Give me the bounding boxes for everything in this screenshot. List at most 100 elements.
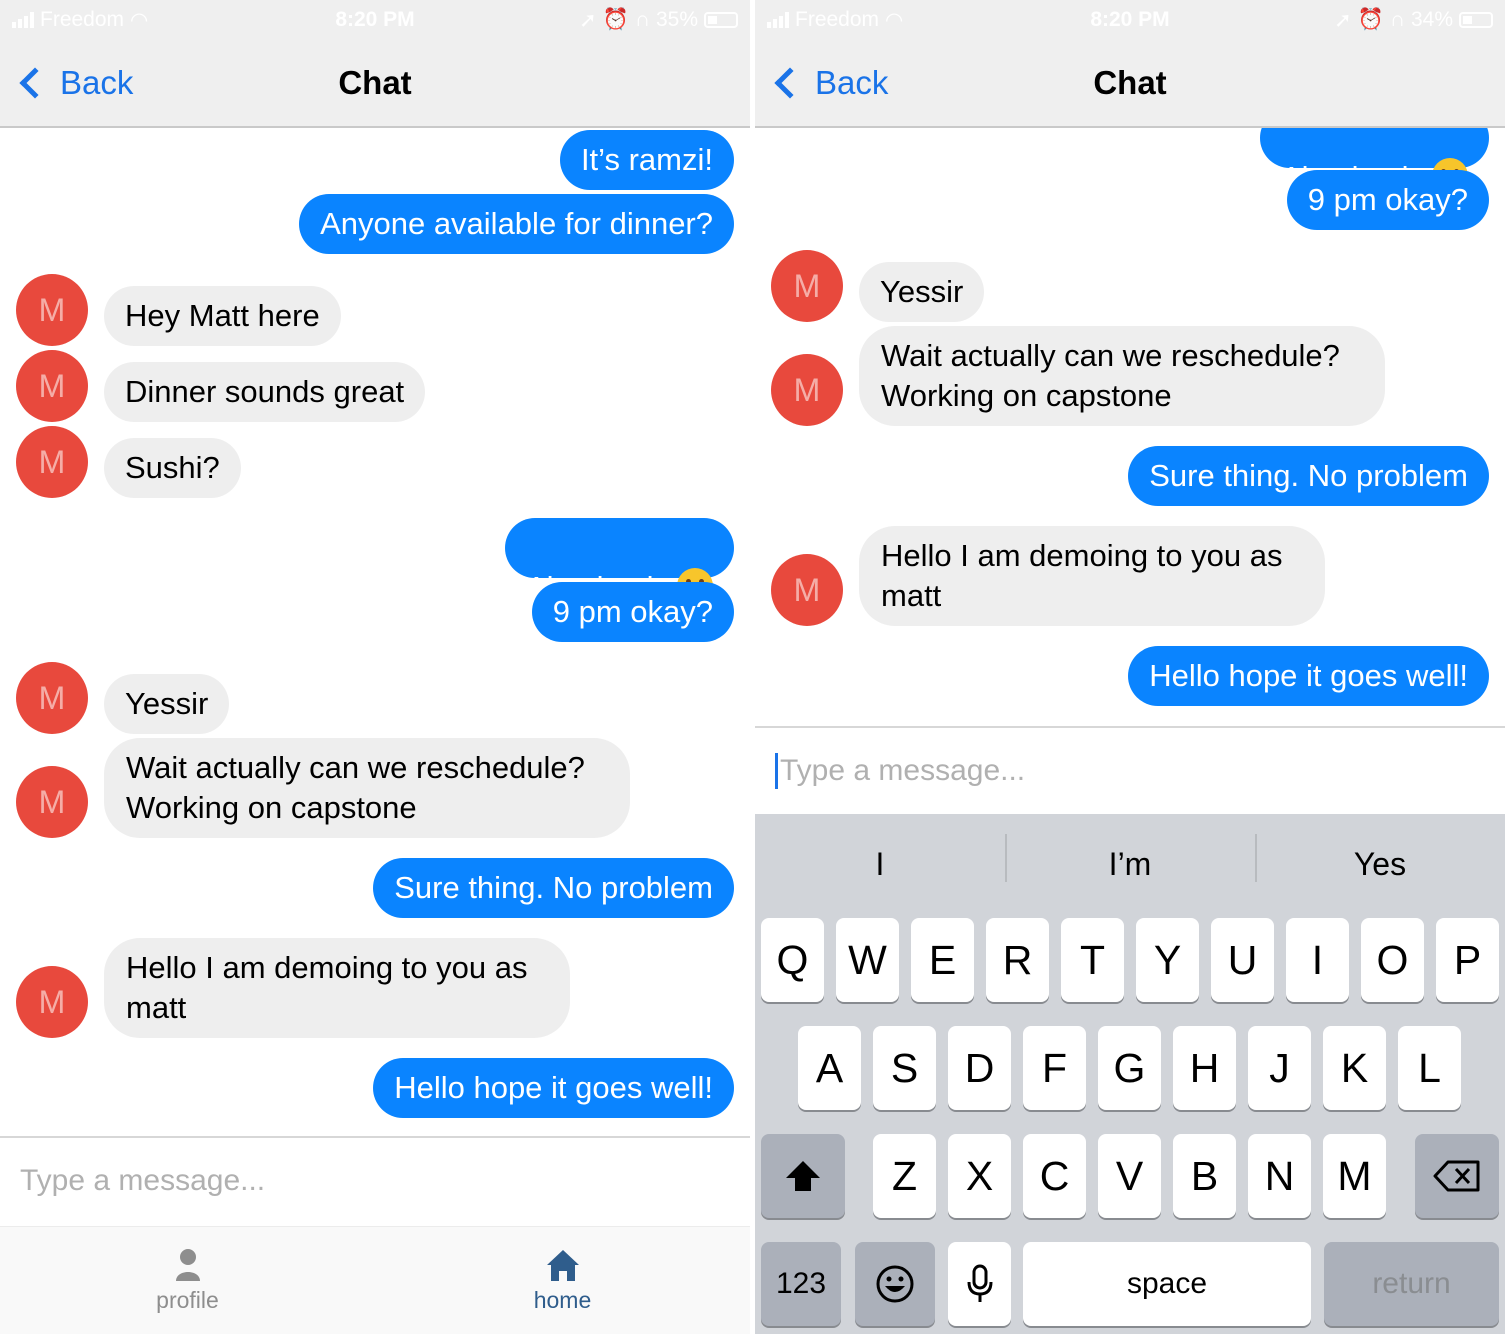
nav-bar: Back Chat — [755, 40, 1505, 128]
status-bar: Freedom ◠ 8:20 PM ➚ ⏰ ∩ 35% — [0, 0, 750, 40]
battery-percent: 34% — [1410, 8, 1453, 31]
message-incoming: Dinner sounds great — [104, 362, 426, 422]
avatar[interactable]: M — [16, 350, 88, 422]
message-input[interactable]: Type a message... — [0, 1136, 750, 1224]
key[interactable]: I — [1286, 918, 1349, 1002]
message-incoming: Hello I am demoing to you as matt — [859, 526, 1325, 626]
alarm-icon: ⏰ — [602, 8, 629, 31]
message-outgoing: 9 pm okay? — [1286, 170, 1489, 230]
message-incoming: Sushi? — [104, 438, 241, 498]
alarm-icon: ⏰ — [1357, 8, 1384, 31]
shift-key[interactable] — [761, 1134, 845, 1218]
key[interactable]: G — [1098, 1026, 1161, 1110]
carrier-label: Freedom — [795, 8, 880, 31]
message-outgoing: Anyone available for dinner? — [299, 194, 734, 254]
key[interactable]: Q — [761, 918, 824, 1002]
key[interactable]: X — [948, 1134, 1011, 1218]
key[interactable]: V — [1098, 1134, 1161, 1218]
key[interactable]: O — [1361, 918, 1424, 1002]
headphones-icon: ∩ — [634, 8, 650, 31]
tab-home-label: home — [533, 1287, 592, 1313]
status-time: 8:20 PM — [1090, 8, 1170, 31]
key[interactable]: Y — [1136, 918, 1199, 1002]
suggestion-item[interactable]: I’m — [1005, 814, 1255, 914]
backspace-key[interactable] — [1415, 1134, 1499, 1218]
message-list: It’s ramzi! Anyone available for dinner?… — [0, 128, 750, 1136]
nav-bar: Back Chat — [0, 40, 750, 128]
tab-bar: profile home — [0, 1226, 750, 1334]
signal-icon — [767, 12, 789, 28]
key[interactable]: M — [1323, 1134, 1386, 1218]
tab-home[interactable]: home — [375, 1227, 750, 1334]
suggestion-item[interactable]: I — [755, 814, 1005, 914]
key[interactable]: R — [986, 918, 1049, 1002]
location-icon: ➚ — [579, 8, 597, 32]
key[interactable]: N — [1248, 1134, 1311, 1218]
avatar[interactable]: M — [771, 554, 843, 626]
key[interactable]: U — [1211, 918, 1274, 1002]
avatar[interactable]: M — [771, 354, 843, 426]
home-icon — [546, 1250, 579, 1281]
message-outgoing: Absolutely — [504, 518, 734, 605]
tab-profile[interactable]: profile — [0, 1227, 375, 1334]
key[interactable]: C — [1023, 1134, 1086, 1218]
message-incoming: Yessir — [104, 674, 230, 734]
carrier-label: Freedom — [40, 8, 125, 31]
page-title: Chat — [1093, 64, 1167, 101]
key[interactable]: S — [873, 1026, 936, 1110]
avatar[interactable]: M — [16, 274, 88, 346]
location-icon: ➚ — [1334, 8, 1352, 32]
screenshot-pair: Freedom ◠ 8:20 PM ➚ ⏰ ∩ 35% Back Chat It… — [0, 0, 1505, 1334]
message-outgoing: Sure thing. No problem — [1128, 446, 1489, 506]
suggestion-bar: I I’m Yes — [755, 814, 1505, 914]
message-outgoing: 9 pm okay? — [531, 582, 734, 642]
wifi-icon: ◠ — [885, 8, 904, 32]
key[interactable]: H — [1173, 1026, 1236, 1110]
key[interactable]: E — [911, 918, 974, 1002]
key[interactable]: D — [948, 1026, 1011, 1110]
key[interactable]: Z — [873, 1134, 936, 1218]
avatar[interactable]: M — [16, 426, 88, 498]
signal-icon — [12, 12, 34, 28]
key[interactable]: J — [1248, 1026, 1311, 1110]
avatar[interactable]: M — [16, 766, 88, 838]
message-incoming: Yessir — [859, 262, 985, 322]
message-outgoing: It’s ramzi! — [559, 130, 734, 190]
key[interactable]: A — [798, 1026, 861, 1110]
battery-percent: 35% — [655, 8, 698, 31]
avatar[interactable]: M — [16, 662, 88, 734]
avatar[interactable]: M — [771, 250, 843, 322]
message-incoming: Wait actually can we reschedule? Working… — [859, 326, 1385, 426]
wifi-icon: ◠ — [130, 8, 149, 32]
key[interactable]: P — [1436, 918, 1499, 1002]
key[interactable]: L — [1398, 1026, 1461, 1110]
key[interactable]: K — [1323, 1026, 1386, 1110]
suggestion-item[interactable]: Yes — [1255, 814, 1505, 914]
message-incoming: Hey Matt here — [104, 286, 341, 346]
numbers-key[interactable]: 123 — [761, 1242, 841, 1326]
shift-arrow-icon — [786, 1161, 820, 1191]
text-caret — [775, 753, 778, 789]
key[interactable]: F — [1023, 1026, 1086, 1110]
message-input-placeholder: Type a message... — [20, 1164, 266, 1197]
dictation-key[interactable] — [948, 1242, 1011, 1326]
message-outgoing: Sure thing. No problem — [373, 858, 734, 918]
chat-screen-right: Freedom ◠ 8:20 PM ➚ ⏰ ∩ 34% Back Chat Ab… — [755, 0, 1505, 1334]
message-incoming: Wait actually can we reschedule? Working… — [104, 738, 630, 838]
message-outgoing: Hello hope it goes well! — [373, 1058, 734, 1118]
message-list: Absolutely 9 pm okay? M Yessir M Wait ac… — [755, 128, 1505, 726]
battery-icon — [704, 12, 738, 28]
key[interactable]: B — [1173, 1134, 1236, 1218]
message-input-placeholder: Type a message... — [780, 754, 1026, 787]
message-outgoing: Hello hope it goes well! — [1128, 646, 1489, 706]
key[interactable]: W — [836, 918, 899, 1002]
message-input[interactable]: Type a message... — [755, 726, 1505, 814]
emoji-key[interactable] — [855, 1242, 935, 1326]
microphone-icon — [967, 1264, 992, 1302]
return-key[interactable]: return — [1324, 1242, 1499, 1326]
person-icon — [175, 1249, 200, 1281]
avatar[interactable]: M — [16, 966, 88, 1038]
key[interactable]: T — [1061, 918, 1124, 1002]
space-key[interactable]: space — [1023, 1242, 1311, 1326]
headphones-icon: ∩ — [1389, 8, 1405, 31]
